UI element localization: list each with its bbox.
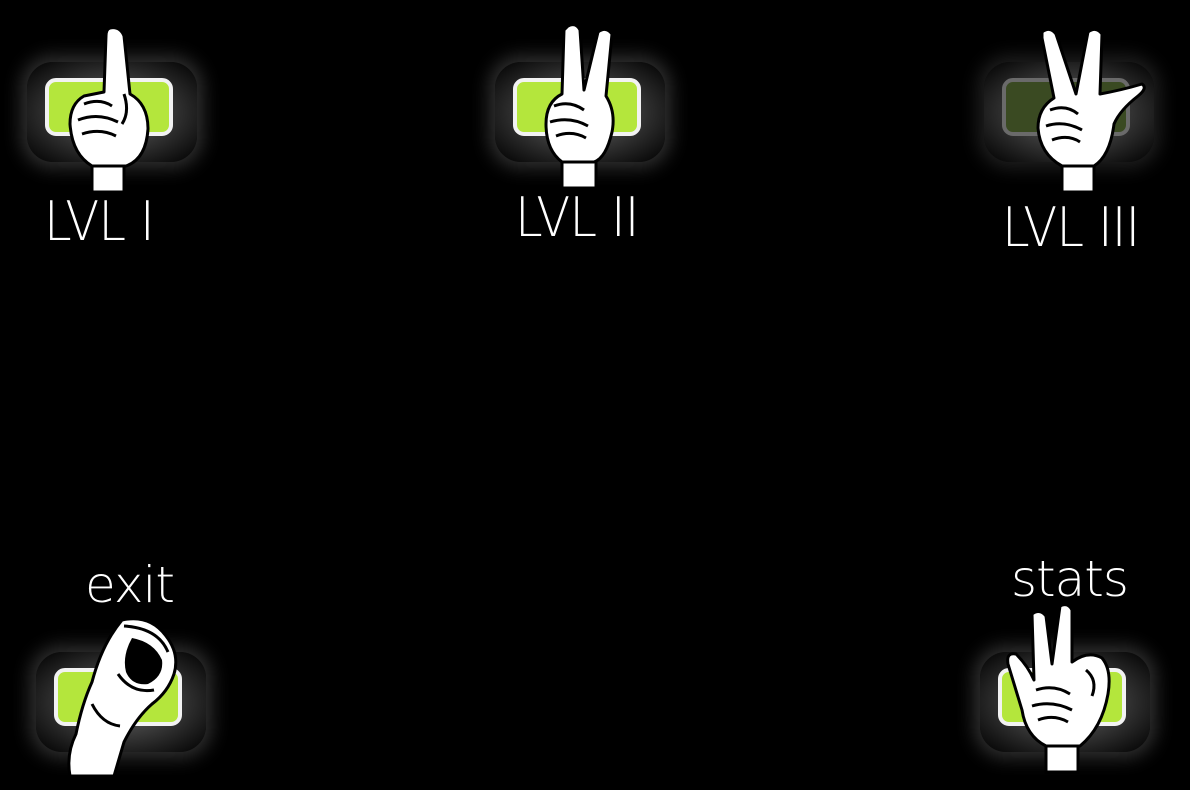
exit-label: exit [85,556,175,614]
level-3-label: LVL III [1002,196,1140,259]
hand-sign-o-icon [67,617,178,778]
level-2-label: LVL II [515,186,639,249]
hand-sign-two-icon [544,23,615,190]
hand-sign-three-icon [1036,27,1146,194]
hand-sign-one-icon [68,26,150,194]
level-1-label: LVL I [44,190,155,253]
hand-sign-w-icon [1006,603,1111,774]
